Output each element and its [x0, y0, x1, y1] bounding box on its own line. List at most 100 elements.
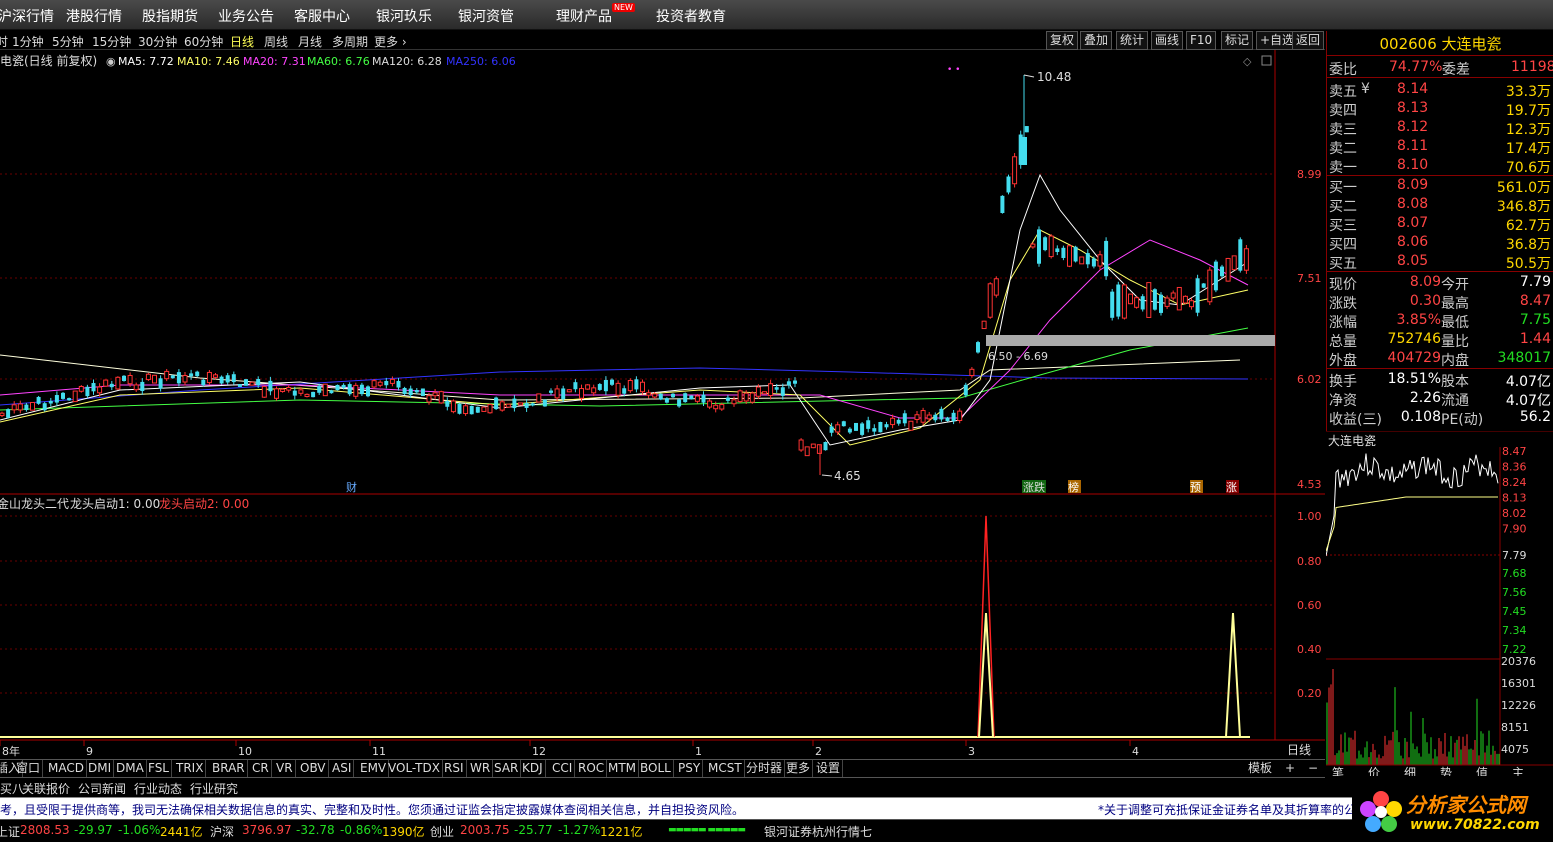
quote-row[interactable]: 卖一 8.10 70.6万: [1329, 156, 1551, 176]
event-marker[interactable]: 涨: [1226, 481, 1237, 494]
indicator-tab[interactable]: ASI: [330, 760, 355, 777]
template-control[interactable]: −: [1308, 760, 1318, 777]
indicator-tab[interactable]: FSL: [146, 760, 172, 777]
indicator-tab[interactable]: 分时器: [744, 760, 786, 777]
announcement-link[interactable]: *关于调整可充抵保证金证券名单及其折算率的公告: [1098, 801, 1368, 818]
menu-item[interactable]: 港股行情: [66, 6, 122, 26]
event-marker[interactable]: 涨跌: [1023, 480, 1045, 494]
mini-chart-tab[interactable]: 笔: [1332, 765, 1344, 776]
toolbar-button[interactable]: 统计: [1116, 31, 1149, 50]
indicator-tab[interactable]: 窗口: [14, 760, 44, 777]
quote-row[interactable]: 卖四 8.13 19.7万: [1329, 99, 1551, 119]
menu-item[interactable]: 银河玖乐: [376, 6, 432, 26]
period-tab[interactable]: 5分钟: [52, 33, 84, 50]
indicator-tab[interactable]: MTM: [606, 760, 640, 777]
quote-row[interactable]: 买一 8.09 561.0万: [1329, 176, 1551, 196]
indicator-tab[interactable]: PSY: [676, 760, 704, 777]
menu-item[interactable]: 投资者教育: [656, 6, 726, 26]
toolbar-button[interactable]: F10: [1186, 31, 1217, 50]
period-tab[interactable]: 1分钟: [12, 33, 44, 50]
toolbar-button[interactable]: 返回: [1292, 31, 1325, 50]
quote-row[interactable]: 买五 8.05 50.5万: [1329, 252, 1551, 272]
index-name[interactable]: 上证: [0, 823, 20, 840]
finance-marker[interactable]: 财: [346, 480, 357, 494]
server-name[interactable]: 银河证券杭州行情七: [764, 823, 872, 840]
indicator-tab[interactable]: SAR: [492, 760, 522, 777]
indicator-tab[interactable]: KDJ: [520, 760, 546, 777]
index-name[interactable]: 沪深: [210, 823, 234, 840]
period-tab[interactable]: 月线: [298, 33, 322, 50]
menu-item[interactable]: 客服中心: [294, 6, 350, 26]
toolbar-button[interactable]: 标记: [1221, 31, 1254, 50]
quote-row[interactable]: 卖五 ¥8.14 33.3万: [1329, 80, 1551, 100]
info-tab-stub[interactable]: 买八: [0, 780, 24, 797]
indicator-tab[interactable]: WR: [468, 760, 494, 777]
indicator-axis-tick: 1.00: [1297, 510, 1322, 523]
toolbar-button[interactable]: 复权: [1046, 31, 1079, 50]
quote-row[interactable]: 净资 2.26 流通 4.07亿: [1329, 389, 1551, 409]
mini-chart-tab[interactable]: 值: [1476, 765, 1488, 776]
template-control[interactable]: +: [1285, 760, 1295, 777]
period-tab[interactable]: 周线: [264, 33, 288, 50]
period-tab[interactable]: 60分钟: [184, 33, 223, 50]
menu-item[interactable]: 理财产品: [556, 6, 612, 26]
mini-chart-tab[interactable]: 主: [1512, 766, 1524, 776]
indicator-tab[interactable]: CCI: [550, 760, 576, 777]
indicator-tab[interactable]: MACD: [46, 760, 87, 777]
quote-row[interactable]: 卖二 8.11 17.4万: [1329, 137, 1551, 157]
toolbar-button[interactable]: 叠加: [1080, 31, 1113, 50]
quote-row[interactable]: 总量 752746 量比 1.44: [1329, 330, 1551, 350]
mini-chart-tab[interactable]: 细: [1404, 766, 1416, 776]
indicator-tab[interactable]: DMA: [114, 760, 147, 777]
event-marker[interactable]: 榜: [1068, 480, 1079, 494]
quote-row[interactable]: 涨跌 0.30 最高 8.47: [1329, 292, 1551, 312]
indicator-tab[interactable]: BRAR: [210, 760, 248, 777]
quote-row[interactable]: 买二 8.08 346.8万: [1329, 195, 1551, 215]
indicator-name[interactable]: 金山龙头二代: [0, 496, 69, 511]
indicator-tab[interactable]: RSI: [442, 760, 467, 777]
menu-item[interactable]: 业务公告: [218, 6, 274, 26]
menu-item[interactable]: 沪深行情: [0, 6, 54, 26]
quote-row[interactable]: 卖三 8.12 12.3万: [1329, 118, 1551, 138]
index-name[interactable]: 创业: [430, 823, 454, 840]
toolbar-button[interactable]: 画线: [1151, 31, 1184, 50]
indicator-tab[interactable]: BOLL: [638, 760, 674, 777]
period-tab[interactable]: 30分钟: [138, 33, 177, 50]
quote-row[interactable]: 买四 8.06 36.8万: [1329, 233, 1551, 253]
info-tab[interactable]: 行业研究: [190, 780, 238, 797]
template-control[interactable]: 模板: [1248, 760, 1272, 777]
chart-collapse-icon[interactable]: ◇: [1243, 55, 1252, 68]
indicator-tab[interactable]: ROC: [576, 760, 608, 777]
indicator-tab[interactable]: VR: [274, 760, 296, 777]
indicator-tab[interactable]: TRIX: [174, 760, 207, 777]
info-tab[interactable]: 行业动态: [134, 780, 182, 797]
kline-chart[interactable]: 电瓷(日线 前复权) ◉ MA5: 7.72 MA10: 7.46 MA20: 7.…: [0, 50, 1325, 760]
indicator-tab[interactable]: CR: [250, 760, 272, 777]
quote-row[interactable]: 买三 8.07 62.7万: [1329, 214, 1551, 234]
indicator-tab[interactable]: 更多: [784, 760, 814, 777]
intraday-mini-chart[interactable]: 大连电瓷 8.47 8.36 8.24 8.13 8.02 7.90 7.79 7.68 7.5…: [1326, 431, 1553, 776]
quote-row[interactable]: 涨幅 3.85% 最低 7.75: [1329, 311, 1551, 331]
period-tab[interactable]: 多周期: [332, 33, 368, 50]
indicator-tab[interactable]: OBV: [298, 760, 329, 777]
period-tab[interactable]: 时: [0, 33, 8, 50]
indicator-tab[interactable]: DMI: [86, 760, 115, 777]
menu-item[interactable]: 银河资管: [458, 6, 514, 26]
period-tab[interactable]: 15分钟: [92, 33, 131, 50]
quote-row[interactable]: 现价 8.09 今开 7.79: [1329, 273, 1551, 293]
indicator-tab[interactable]: MCST: [706, 760, 745, 777]
indicator-tab[interactable]: EMV: [358, 760, 390, 777]
quote-row[interactable]: 外盘 404729 内盘 348017: [1329, 349, 1551, 369]
info-tab[interactable]: 关联报价: [22, 780, 70, 797]
info-tab[interactable]: 公司新闻: [78, 780, 126, 797]
indicator-tab[interactable]: VOL-TDX: [386, 760, 443, 777]
mini-chart-tab[interactable]: 价: [1368, 766, 1380, 776]
mini-chart-tab[interactable]: 势: [1440, 766, 1452, 776]
period-tab-daily[interactable]: 日线: [230, 33, 254, 50]
menu-item[interactable]: 股指期货: [142, 6, 198, 26]
quote-row[interactable]: 换手 18.51% 股本 4.07亿: [1329, 370, 1551, 390]
quote-row[interactable]: 收益(三) 0.108 PE(动) 56.2: [1329, 408, 1551, 428]
event-marker[interactable]: 预: [1190, 481, 1201, 494]
period-tab-more[interactable]: 更多 ›: [374, 33, 407, 50]
indicator-tab[interactable]: 设置: [814, 760, 844, 777]
